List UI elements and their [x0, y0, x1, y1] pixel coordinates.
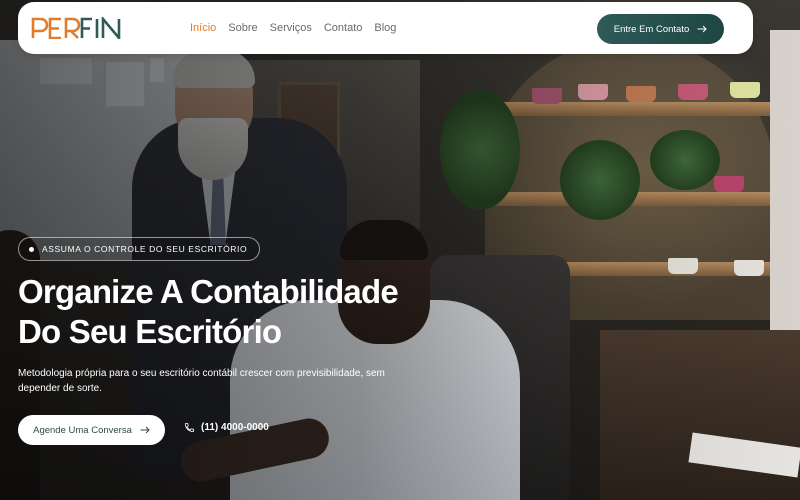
arrow-right-icon [697, 25, 707, 33]
perfin-logo-icon [31, 17, 121, 39]
logo[interactable] [31, 15, 125, 41]
nav-links: Início Sobre Serviços Contato Blog [190, 2, 396, 54]
phone-icon [184, 422, 195, 433]
nav-link-sobre[interactable]: Sobre [228, 22, 257, 34]
nav-link-contato[interactable]: Contato [324, 22, 363, 34]
hero-title-line1: Organize A Contabilidade [18, 273, 399, 310]
hero-badge-text: Assuma o controle do seu escritório [42, 244, 248, 254]
hero-title: Organize A Contabilidade Do Seu Escritór… [18, 272, 438, 352]
hero-badge: Assuma o controle do seu escritório [18, 237, 261, 261]
nav-link-inicio[interactable]: Início [190, 22, 216, 34]
phone-number: (11) 4000-0000 [201, 422, 269, 433]
contact-button-label: Entre Em Contato [613, 23, 690, 35]
hero-section: Início Sobre Serviços Contato Blog Entre… [0, 0, 800, 500]
contact-button[interactable]: Entre Em Contato [597, 14, 724, 44]
arrow-right-icon [140, 426, 150, 434]
schedule-call-button[interactable]: Agende Uma Conversa [18, 415, 165, 445]
schedule-call-button-label: Agende Uma Conversa [33, 424, 132, 436]
hero-subtitle: Metodologia própria para o seu escritóri… [18, 368, 385, 394]
hero-title-line2: Do Seu Escritório [18, 313, 282, 350]
badge-dot-icon [29, 246, 34, 252]
nav-link-blog[interactable]: Blog [374, 22, 396, 34]
nav-link-servicos[interactable]: Serviços [270, 22, 312, 34]
phone-link[interactable]: (11) 4000-0000 [184, 422, 269, 433]
navbar: Início Sobre Serviços Contato Blog Entre… [18, 2, 753, 54]
